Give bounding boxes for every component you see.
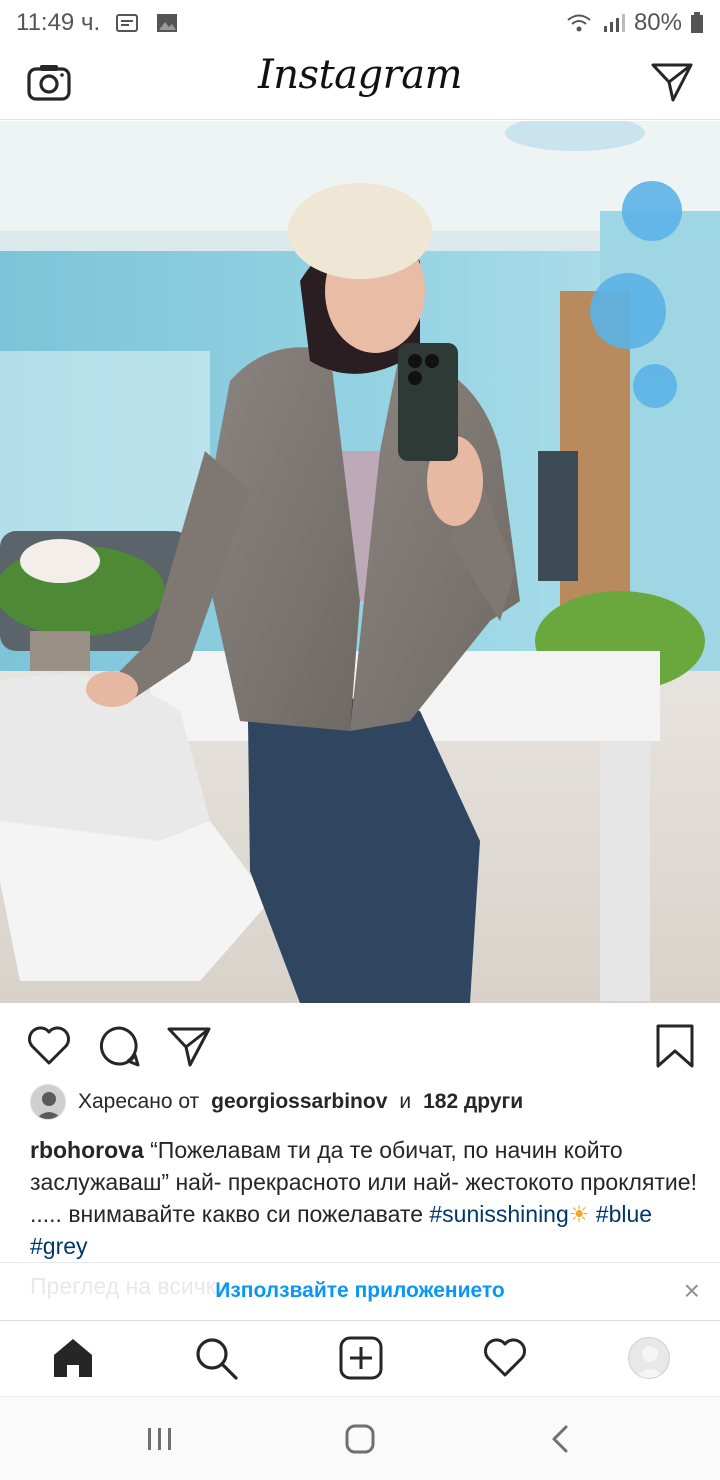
home-button-icon[interactable] [344,1423,376,1455]
photo-illustration [0,121,720,1003]
status-bar: 11:49 ч. 80% [0,0,720,46]
instagram-logo[interactable]: Instagram [0,52,720,98]
signal-icon [603,14,625,32]
likes-others[interactable]: 182 други [423,1090,523,1114]
caption-username[interactable]: rbohorova [30,1137,144,1163]
likes-prefix: Харесано от [78,1090,200,1113]
hashtag-link[interactable]: #blue [596,1201,652,1227]
likes-summary[interactable]: Харесано от georgiossarbinov и 182 други [30,1082,523,1122]
post-caption: rbohorova “Пожелавам ти да те обичат, по… [30,1134,700,1262]
status-right: 80% [566,9,704,37]
bookmark-icon[interactable] [652,1023,698,1069]
like-heart-icon[interactable] [26,1023,72,1069]
recent-apps-icon[interactable] [144,1423,176,1455]
back-icon[interactable] [546,1423,578,1455]
liker-username[interactable]: georgiossarbinov [211,1090,387,1114]
wifi-icon [567,14,591,32]
close-banner-button[interactable]: × [684,1275,700,1307]
use-app-banner: Преглед на всички Използвайте приложение… [0,1262,720,1320]
home-icon[interactable] [50,1335,96,1381]
direct-message-icon[interactable] [650,60,694,104]
use-app-link[interactable]: Използвайте приложението [0,1279,720,1303]
hashtag-link[interactable]: #sunisshining [429,1201,568,1227]
liker-avatar [30,1084,66,1120]
top-bar: Instagram [0,46,720,120]
post-photo[interactable] [0,121,720,1003]
battery-level: 80% [633,9,682,36]
status-left: 11:49 ч. [16,9,180,37]
system-navigation [0,1396,720,1480]
sun-emoji: ☀ [568,1201,590,1227]
hashtag-link[interactable]: #grey [30,1233,88,1259]
status-time: 11:49 ч. [16,9,101,36]
likes-and: и [399,1090,412,1113]
post-actions [0,1005,720,1083]
new-post-icon[interactable] [338,1335,384,1381]
battery-icon [691,12,703,33]
search-icon[interactable] [193,1335,239,1381]
notification-icon [116,14,139,32]
activity-heart-icon[interactable] [482,1335,528,1381]
bottom-navigation [0,1320,720,1396]
comment-icon[interactable] [96,1023,142,1069]
gallery-icon [157,14,178,32]
share-icon[interactable] [166,1023,212,1069]
profile-avatar[interactable] [628,1337,670,1379]
